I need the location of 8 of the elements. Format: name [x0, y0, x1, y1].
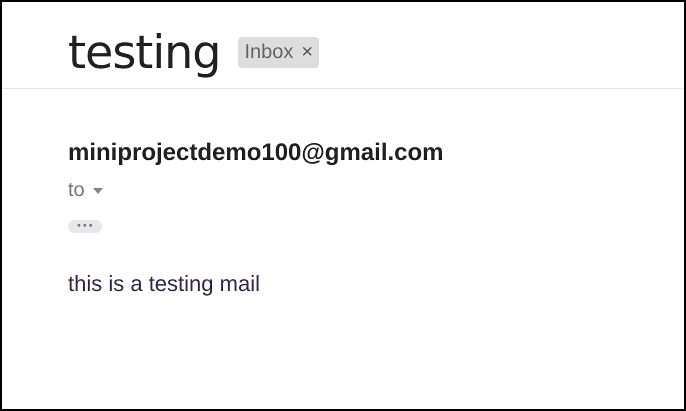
show-trimmed-content-button[interactable]: ••• — [68, 220, 102, 233]
recipient-details-button[interactable]: to — [68, 179, 103, 202]
label-text: Inbox — [244, 40, 294, 64]
caret-icon — [92, 188, 103, 194]
remove-label-button[interactable]: × — [301, 40, 314, 64]
subject-heading: testing — [68, 25, 220, 79]
sender-email: miniprojectdemo100@gmail.com — [68, 139, 444, 167]
message-body: this is a testing mail — [68, 271, 260, 297]
